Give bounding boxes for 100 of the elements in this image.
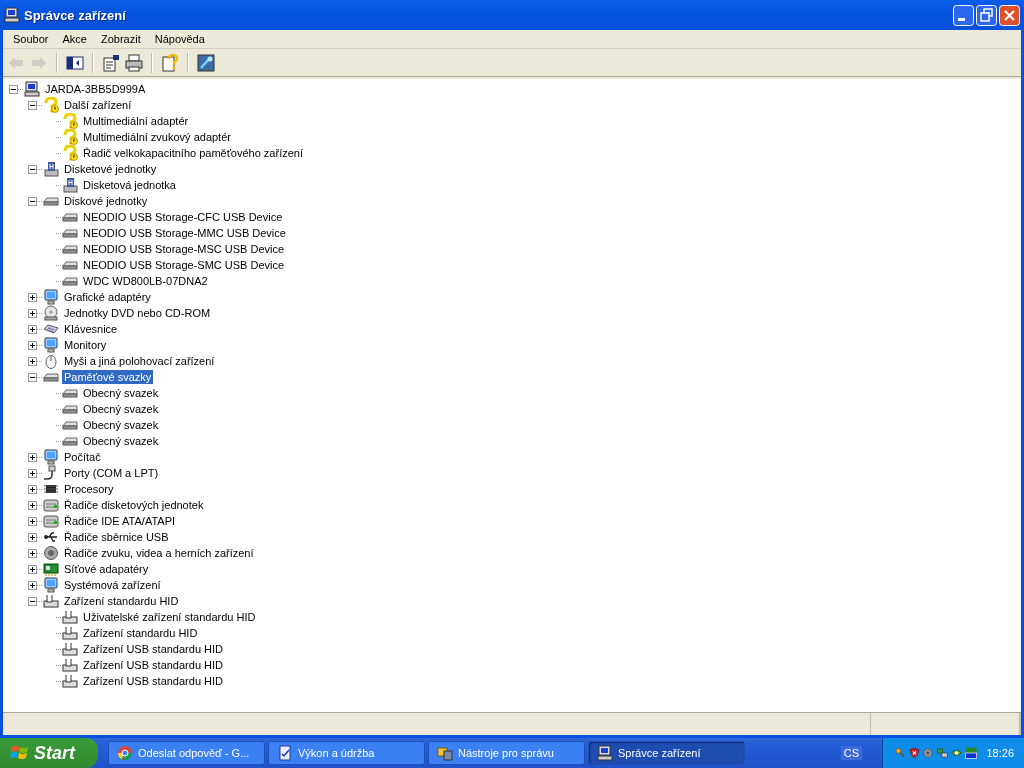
taskbar-button[interactable]: Správce zařízení [588,741,745,765]
expand-toggle[interactable] [28,532,37,542]
floppy-drive-icon [43,161,59,177]
tree-item[interactable]: Grafické adaptéry [62,290,153,304]
menu-item[interactable]: Nápověda [147,33,212,45]
tree-item[interactable]: Disketové jednotky [62,162,159,176]
properties-icon[interactable] [102,53,120,72]
expand-toggle[interactable] [28,500,37,510]
shield-icon[interactable] [909,745,921,761]
tree-item[interactable]: Paměťové svazky [62,370,154,384]
tree-item[interactable]: Obecný svazek [81,402,161,416]
console-tree-icon[interactable] [66,53,84,72]
expand-toggle[interactable] [28,292,37,302]
tree-item[interactable]: NEODIO USB Storage-CFC USB Device [81,210,285,224]
tree-item[interactable]: NEODIO USB Storage-SMC USB Device [81,258,287,272]
question-mark-icon [62,113,78,129]
taskbar-button[interactable]: Výkon a údržba [268,741,425,765]
tree-item[interactable]: Obecný svazek [81,386,161,400]
tree-item[interactable]: Disketová jednotka [81,178,178,192]
tree-item[interactable]: Řadiče sběrnice USB [62,530,171,544]
controller-icon [43,513,59,529]
tree-item[interactable]: Počítač [62,450,103,464]
expand-toggle[interactable] [28,580,37,590]
help-icon[interactable] [161,53,179,72]
cable-icon [43,465,59,481]
menu-item[interactable]: Akce [55,33,94,45]
expand-toggle[interactable] [28,484,37,494]
tree-item[interactable]: Zařízení USB standardu HID [81,658,225,672]
menu-item[interactable]: Soubor [6,33,56,45]
usb-icon [43,529,59,545]
question-mark-icon [62,145,78,161]
expand-toggle[interactable] [28,548,37,558]
tree-item[interactable]: NEODIO USB Storage-MSC USB Device [81,242,287,256]
expand-toggle[interactable] [28,468,37,478]
key-icon[interactable] [895,745,906,761]
expand-toggle[interactable] [28,340,37,350]
menu-item[interactable]: Zobrazit [93,33,148,45]
expand-toggle[interactable] [28,372,37,382]
taskbar-button[interactable]: Odeslat odpověď - G... [108,741,265,765]
controller-icon [43,497,59,513]
hid-device-icon [43,593,59,609]
minimize-button[interactable] [953,4,974,26]
tree-item[interactable]: Další zařízení [62,98,134,112]
expand-toggle[interactable] [28,516,37,526]
tree-item[interactable]: Jednotky DVD nebo CD-ROM [62,306,213,320]
tree-item[interactable]: Zařízení standardu HID [81,626,200,640]
tree-item[interactable]: Řadiče disketových jednotek [62,498,206,512]
scan-hardware-icon[interactable] [197,53,215,72]
floppy-drive-icon [62,177,78,193]
windows-flag-icon [10,744,30,762]
language-indicator[interactable]: CS [840,746,862,760]
tree-item[interactable]: Porty (COM a LPT) [62,466,161,480]
tree-item[interactable]: JARDA-3BB5D999A [43,82,148,96]
taskbar-button[interactable]: Nástroje pro správu [428,741,585,765]
hid-device-icon [62,673,78,689]
tree-item[interactable]: Řadiče IDE ATA/ATAPI [62,514,178,528]
tree-item[interactable]: Myši a jiná polohovací zařízení [62,354,217,368]
tree-item[interactable]: Řadiče zvuku, videa a herních zařízení [62,546,256,560]
tree-item[interactable]: Multimediální zvukový adaptér [81,130,233,144]
tree-item[interactable]: NEODIO USB Storage-MMC USB Device [81,226,288,240]
monitor-icon [43,449,59,465]
tree-item[interactable]: Systémová zařízení [62,578,163,592]
print-icon[interactable] [125,53,143,72]
clock: 18:26 [986,747,1014,759]
tree-item[interactable]: Procesory [62,482,116,496]
hid-device-icon [62,657,78,673]
cd-drive-icon [43,305,59,321]
speaker-icon [43,545,59,561]
tree-item[interactable]: Uživatelské zařízení standardu HID [81,610,258,624]
expand-toggle[interactable] [9,84,18,94]
computer-icon [597,745,613,761]
expand-toggle[interactable] [28,564,37,574]
question-mark-icon [62,129,78,145]
tree-item[interactable]: Obecný svazek [81,434,161,448]
start-button[interactable]: Start [0,738,98,768]
restore-button[interactable] [976,4,997,26]
tree-item[interactable]: Řadič velkokapacitního paměťového zařízení [81,146,305,160]
expand-toggle[interactable] [28,324,37,334]
hid-device-icon [62,625,78,641]
tree-item[interactable]: Síťové adapatéry [62,562,151,576]
tree-item[interactable]: Zařízení USB standardu HID [81,674,225,688]
tree-item[interactable]: Multimediální adaptér [81,114,191,128]
tree-item[interactable]: WDC WD800LB-07DNA2 [81,274,210,288]
network-card-icon [43,561,59,577]
expand-toggle[interactable] [28,356,37,366]
tree-item[interactable]: Zařízení standardu HID [62,594,181,608]
expand-toggle[interactable] [28,452,37,462]
question-mark-icon [43,97,59,113]
expand-toggle[interactable] [28,196,37,206]
expand-toggle[interactable] [28,164,37,174]
expand-toggle[interactable] [28,308,37,318]
expand-toggle[interactable] [28,100,37,110]
network-icon[interactable] [937,745,949,761]
tree-item[interactable]: Diskové jednotky [62,194,150,208]
tree-item[interactable]: Monitory [62,338,109,352]
close-button[interactable] [999,4,1020,26]
tree-item[interactable]: Klávesnice [62,322,120,336]
expand-toggle[interactable] [28,596,37,606]
tree-item[interactable]: Obecný svazek [81,418,161,432]
tree-item[interactable]: Zařízení USB standardu HID [81,642,225,656]
